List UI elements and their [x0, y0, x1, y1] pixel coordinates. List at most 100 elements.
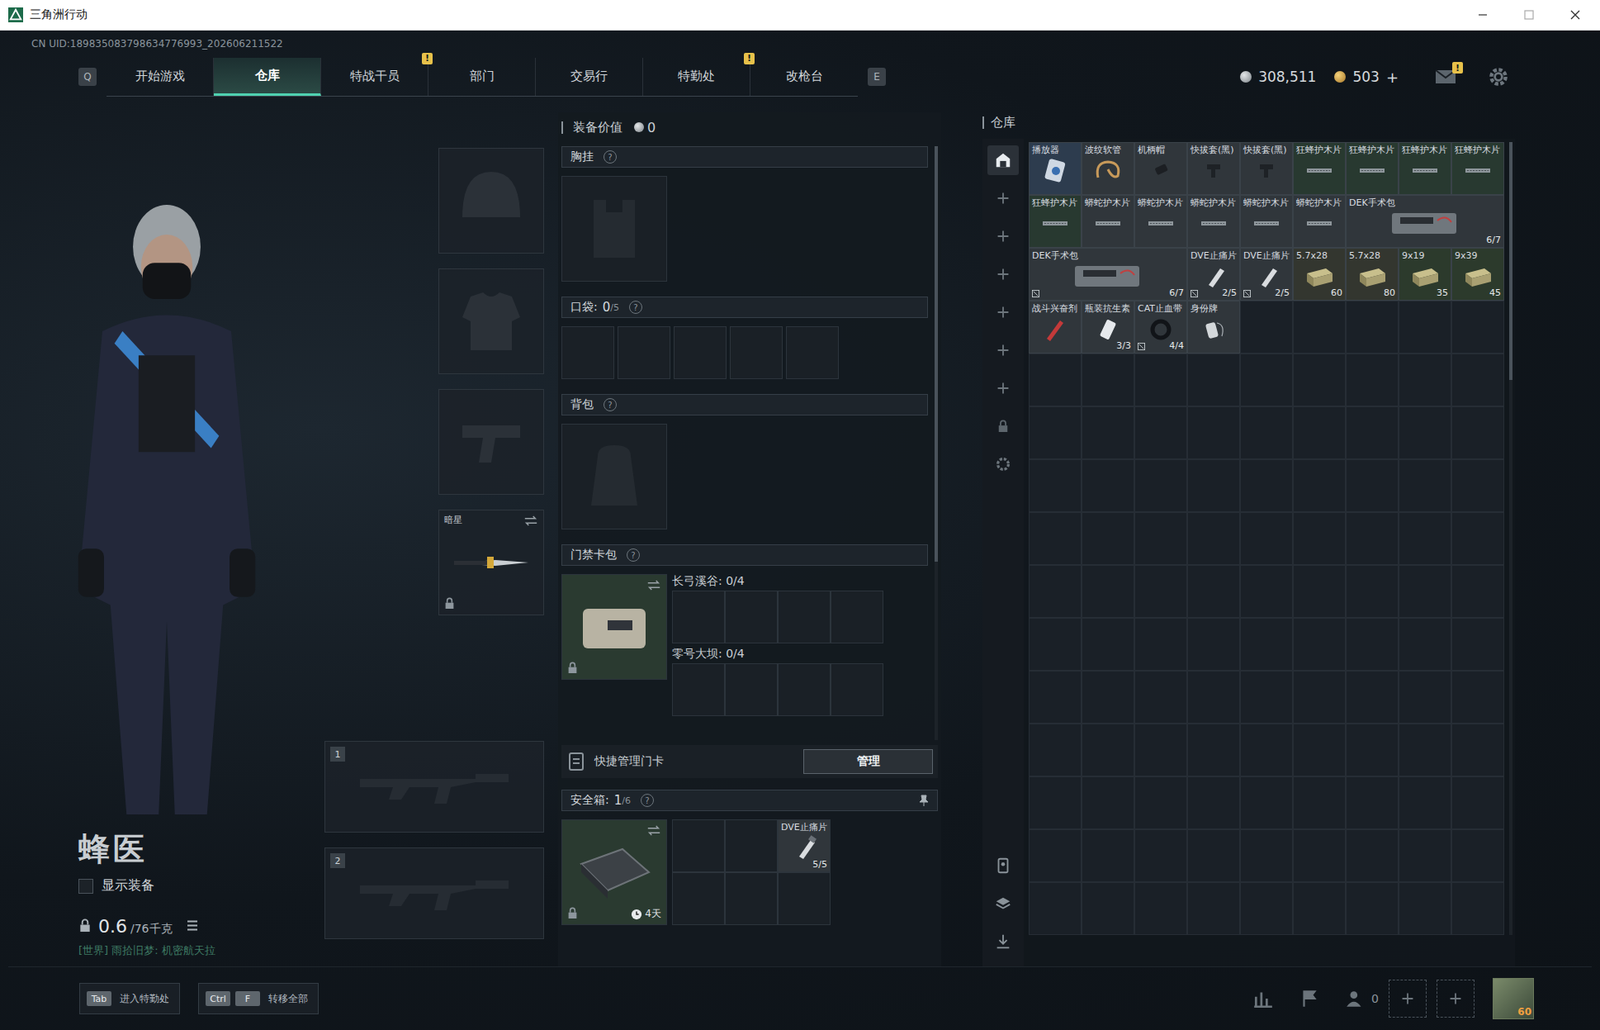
warehouse-cell[interactable]: [1134, 723, 1188, 777]
gear-icon[interactable]: [1487, 66, 1510, 88]
nav-tab[interactable]: 开始游戏: [106, 57, 214, 96]
nav-left-key[interactable]: Q: [78, 67, 97, 86]
equipment-slot[interactable]: [438, 268, 545, 374]
add-currency-button[interactable]: +: [1386, 68, 1399, 86]
nav-tab[interactable]: 部门: [428, 57, 536, 96]
sidebar-button[interactable]: [987, 850, 1019, 881]
warehouse-cell[interactable]: [1398, 459, 1452, 512]
keycard-slot[interactable]: [830, 662, 884, 716]
nav-right-key[interactable]: E: [867, 67, 886, 86]
warehouse-cell[interactable]: [1398, 776, 1452, 829]
shortcut-hint[interactable]: Tab进入特勤处: [79, 982, 180, 1014]
shortcut-hint[interactable]: CtrlF转移全部: [198, 982, 319, 1014]
swap-icon[interactable]: [646, 579, 662, 591]
warehouse-item[interactable]: 蟒蛇护木片: [1081, 194, 1135, 248]
warehouse-cell[interactable]: [1451, 459, 1505, 512]
equipment-slot[interactable]: 暗星: [438, 509, 545, 616]
warehouse-cell[interactable]: [1398, 828, 1452, 882]
warehouse-cell[interactable]: [1292, 617, 1346, 671]
warehouse-cell[interactable]: [1187, 828, 1241, 882]
warehouse-cell[interactable]: [1398, 564, 1452, 618]
warehouse-item[interactable]: DEK手术包6/7: [1345, 194, 1505, 248]
safebox-cell[interactable]: [777, 871, 831, 925]
safebox-cell[interactable]: [672, 871, 725, 925]
warehouse-item[interactable]: 瓶装抗生素3/3: [1081, 300, 1135, 354]
sidebar-button[interactable]: [987, 183, 1019, 214]
warehouse-item[interactable]: DEK手术包6/7: [1028, 247, 1188, 301]
warehouse-cell[interactable]: [1134, 881, 1188, 935]
warehouse-cell[interactable]: [1398, 353, 1452, 407]
warehouse-item[interactable]: 波纹软管: [1081, 142, 1135, 195]
warehouse-cell[interactable]: [1081, 459, 1135, 512]
warehouse-cell[interactable]: [1451, 670, 1505, 724]
pocket-slot[interactable]: [785, 326, 839, 379]
warehouse-cell[interactable]: [1345, 617, 1399, 671]
warehouse-cell[interactable]: [1240, 828, 1293, 882]
equipment-slot[interactable]: [438, 388, 545, 495]
warehouse-cell[interactable]: [1292, 881, 1346, 935]
warehouse-cell[interactable]: [1292, 300, 1346, 354]
warehouse-cell[interactable]: [1292, 511, 1346, 565]
warehouse-cell[interactable]: [1187, 353, 1241, 407]
maximize-icon[interactable]: [1520, 6, 1538, 24]
close-icon[interactable]: [1566, 6, 1584, 24]
warehouse-cell[interactable]: [1187, 881, 1241, 935]
warehouse-cell[interactable]: [1451, 564, 1505, 618]
warehouse-item[interactable]: DVE止痛片2/5: [1240, 247, 1293, 301]
warehouse-item[interactable]: 狂蜂护木片: [1292, 142, 1346, 195]
warehouse-cell[interactable]: [1134, 564, 1188, 618]
warehouse-cell[interactable]: [1398, 723, 1452, 777]
warehouse-cell[interactable]: [1187, 406, 1241, 460]
sidebar-button[interactable]: [987, 221, 1019, 251]
warehouse-cell[interactable]: [1134, 459, 1188, 512]
warehouse-cell[interactable]: [1134, 511, 1188, 565]
keycard-slot[interactable]: [830, 590, 884, 644]
warehouse-cell[interactable]: [1345, 723, 1399, 777]
warehouse-cell[interactable]: [1028, 353, 1082, 407]
warehouse-cell[interactable]: [1451, 353, 1505, 407]
list-icon[interactable]: [185, 918, 199, 933]
warehouse-cell[interactable]: [1081, 776, 1135, 829]
warehouse-cell[interactable]: [1292, 828, 1346, 882]
safebox-case[interactable]: 4天: [561, 818, 668, 925]
warehouse-cell[interactable]: [1240, 353, 1293, 407]
warehouse-item[interactable]: 狂蜂护木片: [1028, 194, 1082, 248]
warehouse-cell[interactable]: [1292, 353, 1346, 407]
manage-button[interactable]: 管理: [803, 748, 933, 774]
warehouse-item[interactable]: 5.7x2860: [1292, 247, 1346, 301]
warehouse-item[interactable]: 蟒蛇护木片: [1240, 194, 1293, 248]
warehouse-cell[interactable]: [1398, 406, 1452, 460]
warehouse-cell[interactable]: [1451, 300, 1505, 354]
warehouse-cell[interactable]: [1081, 670, 1135, 724]
mail-button[interactable]: !: [1434, 68, 1457, 86]
keycard-case[interactable]: [561, 573, 668, 680]
warehouse-cell[interactable]: [1398, 300, 1452, 354]
warehouse-cell[interactable]: [1398, 881, 1452, 935]
keycard-slot[interactable]: [777, 590, 831, 644]
warehouse-cell[interactable]: [1451, 511, 1505, 565]
keycard-slot[interactable]: [672, 590, 725, 644]
warehouse-cell[interactable]: [1028, 670, 1082, 724]
safebox-cell[interactable]: DVE止痛片5/5: [777, 818, 831, 872]
warehouse-cell[interactable]: [1081, 828, 1135, 882]
warehouse-item[interactable]: 机柄帽: [1134, 142, 1188, 195]
warehouse-cell[interactable]: [1028, 511, 1082, 565]
pin-icon[interactable]: [918, 794, 929, 806]
warehouse-item[interactable]: 快拔套(黑): [1240, 142, 1293, 195]
warehouse-cell[interactable]: [1451, 828, 1505, 882]
warehouse-cell[interactable]: [1451, 776, 1505, 829]
warehouse-cell[interactable]: [1345, 828, 1399, 882]
invite-slot[interactable]: [1436, 979, 1475, 1018]
warehouse-cell[interactable]: [1187, 776, 1241, 829]
warehouse-cell[interactable]: [1134, 406, 1188, 460]
sidebar-button[interactable]: [987, 373, 1019, 403]
warehouse-cell[interactable]: [1240, 406, 1293, 460]
stats-icon[interactable]: [1252, 987, 1274, 1009]
warehouse-cell[interactable]: [1345, 564, 1399, 618]
warehouse-cell[interactable]: [1292, 670, 1346, 724]
pocket-slot[interactable]: [561, 326, 615, 379]
invite-slot[interactable]: [1388, 979, 1427, 1018]
warehouse-cell[interactable]: [1240, 300, 1293, 354]
safebox-cell[interactable]: [724, 818, 778, 872]
keycard-slot[interactable]: [724, 662, 778, 716]
